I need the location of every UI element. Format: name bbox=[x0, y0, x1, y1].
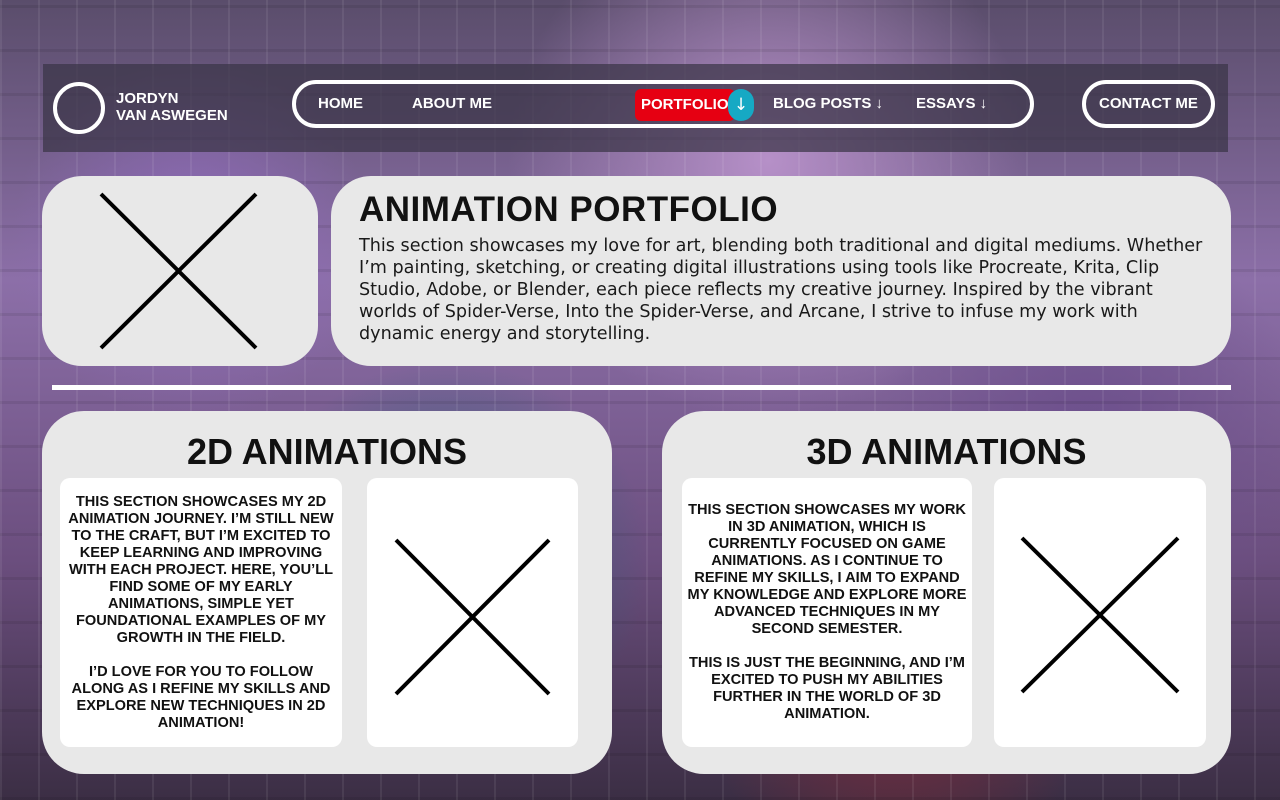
portfolio-dropdown-arrow-icon[interactable]: ↓ bbox=[728, 89, 754, 121]
x-placeholder-icon bbox=[99, 192, 258, 350]
essays-dropdown-arrow-icon[interactable]: ↓ bbox=[980, 95, 988, 112]
brand-name-line2: VAN ASWEGEN bbox=[116, 107, 228, 124]
x-placeholder-icon bbox=[1020, 536, 1180, 694]
intro-image-placeholder bbox=[42, 176, 318, 366]
brand-name-line1: JORDYN bbox=[116, 90, 179, 107]
nav-essays-label: ESSAYS bbox=[916, 95, 976, 112]
section-3d-image-placeholder bbox=[994, 478, 1206, 747]
section-2d-animations: 2D ANIMATIONS THIS SECTION SHOWCASES MY … bbox=[42, 411, 612, 774]
top-nav-bar: JORDYN VAN ASWEGEN HOME ABOUT ME PORTFOL… bbox=[43, 64, 1228, 152]
contact-me-button[interactable]: CONTACT ME bbox=[1082, 80, 1215, 128]
section-3d-paragraph-2: THIS IS JUST THE BEGINNING, AND I’M EXCI… bbox=[689, 655, 965, 722]
nav-blog-link[interactable]: BLOG POSTS ↓ bbox=[773, 94, 883, 114]
brand-name[interactable]: JORDYN VAN ASWEGEN bbox=[116, 90, 228, 124]
section-2d-paragraph-1: THIS SECTION SHOWCASES MY 2D ANIMATION J… bbox=[68, 493, 334, 646]
nav-about-link[interactable]: ABOUT ME bbox=[412, 94, 492, 114]
section-2d-image-placeholder bbox=[367, 478, 578, 747]
section-2d-paragraph-2: I’D LOVE FOR YOU TO FOLLOW ALONG AS I RE… bbox=[71, 663, 331, 731]
section-divider bbox=[52, 385, 1231, 390]
section-3d-description: THIS SECTION SHOWCASES MY WORK IN 3D ANI… bbox=[682, 478, 972, 747]
intro-card: ANIMATION PORTFOLIO This section showcas… bbox=[331, 176, 1231, 366]
x-placeholder-icon bbox=[394, 538, 551, 696]
page-title: ANIMATION PORTFOLIO bbox=[359, 190, 779, 229]
nav-blog-label: BLOG POSTS bbox=[773, 95, 872, 112]
blog-dropdown-arrow-icon[interactable]: ↓ bbox=[876, 95, 884, 112]
brand-logo-ring[interactable] bbox=[53, 82, 105, 134]
nav-essays-link[interactable]: ESSAYS ↓ bbox=[916, 94, 987, 114]
section-2d-title: 2D ANIMATIONS bbox=[186, 431, 467, 472]
section-2d-description: THIS SECTION SHOWCASES MY 2D ANIMATION J… bbox=[60, 478, 342, 747]
section-3d-animations: 3D ANIMATIONS THIS SECTION SHOWCASES MY … bbox=[662, 411, 1231, 774]
section-3d-paragraph-1: THIS SECTION SHOWCASES MY WORK IN 3D ANI… bbox=[687, 502, 967, 637]
nav-portfolio-link[interactable]: PORTFOLIO bbox=[635, 89, 735, 121]
intro-description: This section showcases my love for art, … bbox=[359, 236, 1203, 344]
nav-home-link[interactable]: HOME bbox=[318, 94, 363, 114]
section-3d-title: 3D ANIMATIONS bbox=[806, 431, 1087, 472]
